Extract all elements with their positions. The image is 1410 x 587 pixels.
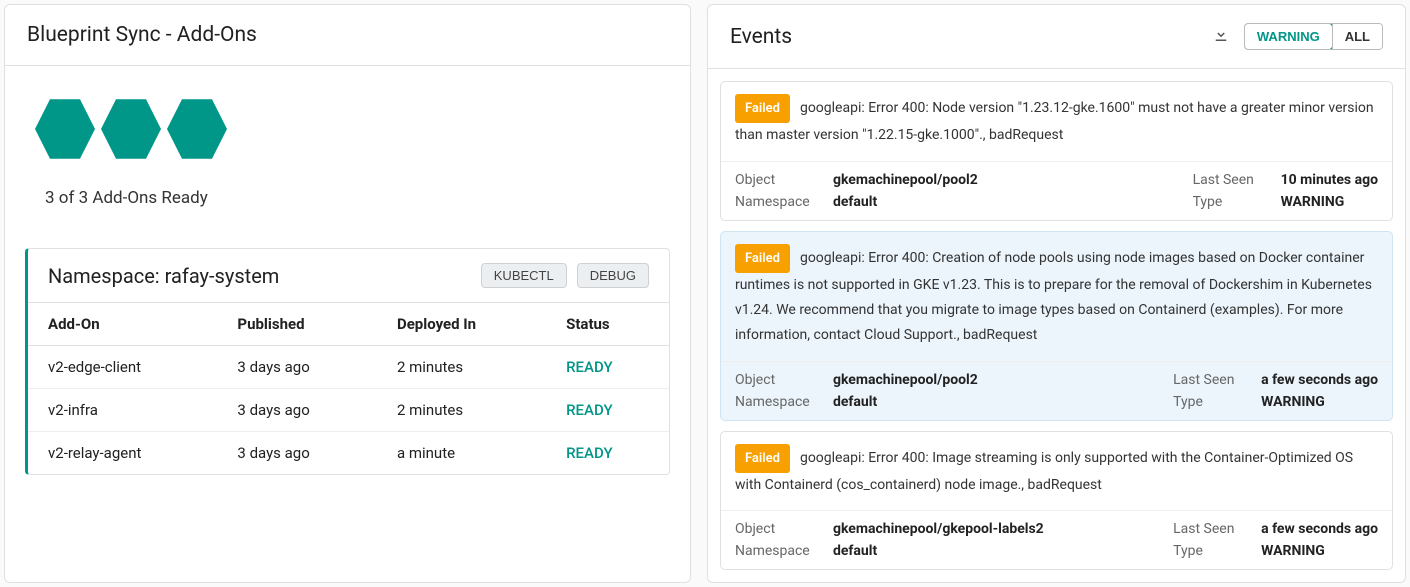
event-card[interactable]: Failedgoogleapi: Error 400: Image stream… xyxy=(720,431,1393,571)
col-status: Status xyxy=(546,303,669,346)
meta-object: gkemachinepool/pool2 xyxy=(833,172,978,188)
addon-deployed: a minute xyxy=(377,432,546,475)
event-badge: Failed xyxy=(735,94,790,123)
event-message: Failedgoogleapi: Error 400: Node version… xyxy=(721,82,1392,162)
addon-published: 3 days ago xyxy=(217,432,377,475)
table-row: v2-relay-agent3 days agoa minute READY xyxy=(28,432,669,475)
addon-hex-icon xyxy=(167,96,227,162)
event-badge: Failed xyxy=(735,244,790,273)
filter-all-button[interactable]: ALL xyxy=(1332,24,1382,49)
addon-name: v2-edge-client xyxy=(28,346,217,389)
event-message-text: googleapi: Error 400: Creation of node p… xyxy=(735,250,1372,344)
meta-lastseen: a few seconds ago xyxy=(1261,372,1378,388)
meta-lastseen: a few seconds ago xyxy=(1261,521,1378,537)
meta-label-namespace: Namespace xyxy=(735,394,815,410)
addon-published: 3 days ago xyxy=(217,346,377,389)
kubectl-button[interactable]: KUBECTL xyxy=(481,263,567,288)
meta-namespace: default xyxy=(833,394,877,410)
download-icon[interactable] xyxy=(1212,26,1230,48)
debug-button[interactable]: DEBUG xyxy=(577,263,649,288)
event-message-text: googleapi: Error 400: Image streaming is… xyxy=(735,450,1353,493)
namespace-title: Namespace: rafay-system xyxy=(48,264,279,288)
status-badge: READY xyxy=(566,401,613,419)
meta-label-object: Object xyxy=(735,172,815,188)
meta-lastseen: 10 minutes ago xyxy=(1281,172,1378,188)
addon-status: READY xyxy=(546,389,669,432)
addon-status: READY xyxy=(546,346,669,389)
meta-label-object: Object xyxy=(735,521,815,537)
filter-warning-button[interactable]: WARNING xyxy=(1244,23,1333,50)
meta-label-lastseen: Last Seen xyxy=(1193,172,1263,188)
meta-label-namespace: Namespace xyxy=(735,194,815,210)
meta-label-type: Type xyxy=(1173,543,1243,559)
meta-label-type: Type xyxy=(1193,194,1263,210)
addon-published: 3 days ago xyxy=(217,389,377,432)
meta-type: WARNING xyxy=(1281,194,1345,210)
addon-name: v2-relay-agent xyxy=(28,432,217,475)
event-card[interactable]: Failedgoogleapi: Error 400: Node version… xyxy=(720,81,1393,221)
event-message: Failedgoogleapi: Error 400: Image stream… xyxy=(721,432,1392,512)
addons-ready-text: 3 of 3 Add-Ons Ready xyxy=(35,184,660,238)
addon-deployed: 2 minutes xyxy=(377,389,546,432)
col-addon: Add-On xyxy=(28,303,217,346)
meta-label-lastseen: Last Seen xyxy=(1173,521,1243,537)
addons-table: Add-On Published Deployed In Status v2-e… xyxy=(28,303,669,474)
col-deployed: Deployed In xyxy=(377,303,546,346)
event-message-text: googleapi: Error 400: Node version "1.23… xyxy=(735,100,1374,143)
meta-label-lastseen: Last Seen xyxy=(1173,372,1243,388)
addon-hex-icon xyxy=(101,96,161,162)
addon-hex-row xyxy=(35,96,660,162)
meta-namespace: default xyxy=(833,194,877,210)
meta-type: WARNING xyxy=(1261,394,1325,410)
meta-type: WARNING xyxy=(1261,543,1325,559)
meta-label-object: Object xyxy=(735,372,815,388)
namespace-block: Namespace: rafay-system KUBECTL DEBUG Ad… xyxy=(25,248,670,475)
events-list: Failedgoogleapi: Error 400: Node version… xyxy=(708,69,1405,582)
event-message: Failedgoogleapi: Error 400: Creation of … xyxy=(721,232,1392,362)
addon-deployed: 2 minutes xyxy=(377,346,546,389)
col-published: Published xyxy=(217,303,377,346)
event-card[interactable]: Failedgoogleapi: Error 400: Creation of … xyxy=(720,231,1393,421)
blueprint-sync-title: Blueprint Sync - Add-Ons xyxy=(27,23,257,47)
meta-object: gkemachinepool/pool2 xyxy=(833,372,978,388)
meta-label-namespace: Namespace xyxy=(735,543,815,559)
addons-tbody: v2-edge-client3 days ago2 minutesREADYv2… xyxy=(28,346,669,475)
event-badge: Failed xyxy=(735,444,790,473)
meta-object: gkemachinepool/gkepool-labels2 xyxy=(833,521,1044,537)
status-badge: READY xyxy=(566,444,613,462)
meta-namespace: default xyxy=(833,543,877,559)
events-panel: Events WARNING ALL Failedgoogleapi: Erro… xyxy=(707,4,1406,583)
status-badge: READY xyxy=(566,358,613,376)
table-row: v2-edge-client3 days ago2 minutes READY xyxy=(28,346,669,389)
addon-status: READY xyxy=(546,432,669,475)
event-filter-group: WARNING ALL xyxy=(1244,23,1383,50)
blueprint-sync-panel: Blueprint Sync - Add-Ons 3 of 3 Add-Ons … xyxy=(4,4,691,583)
addon-name: v2-infra xyxy=(28,389,217,432)
table-row: v2-infra3 days ago2 minutes READY xyxy=(28,389,669,432)
events-title: Events xyxy=(730,25,792,49)
meta-label-type: Type xyxy=(1173,394,1243,410)
addon-hex-icon xyxy=(35,96,95,162)
